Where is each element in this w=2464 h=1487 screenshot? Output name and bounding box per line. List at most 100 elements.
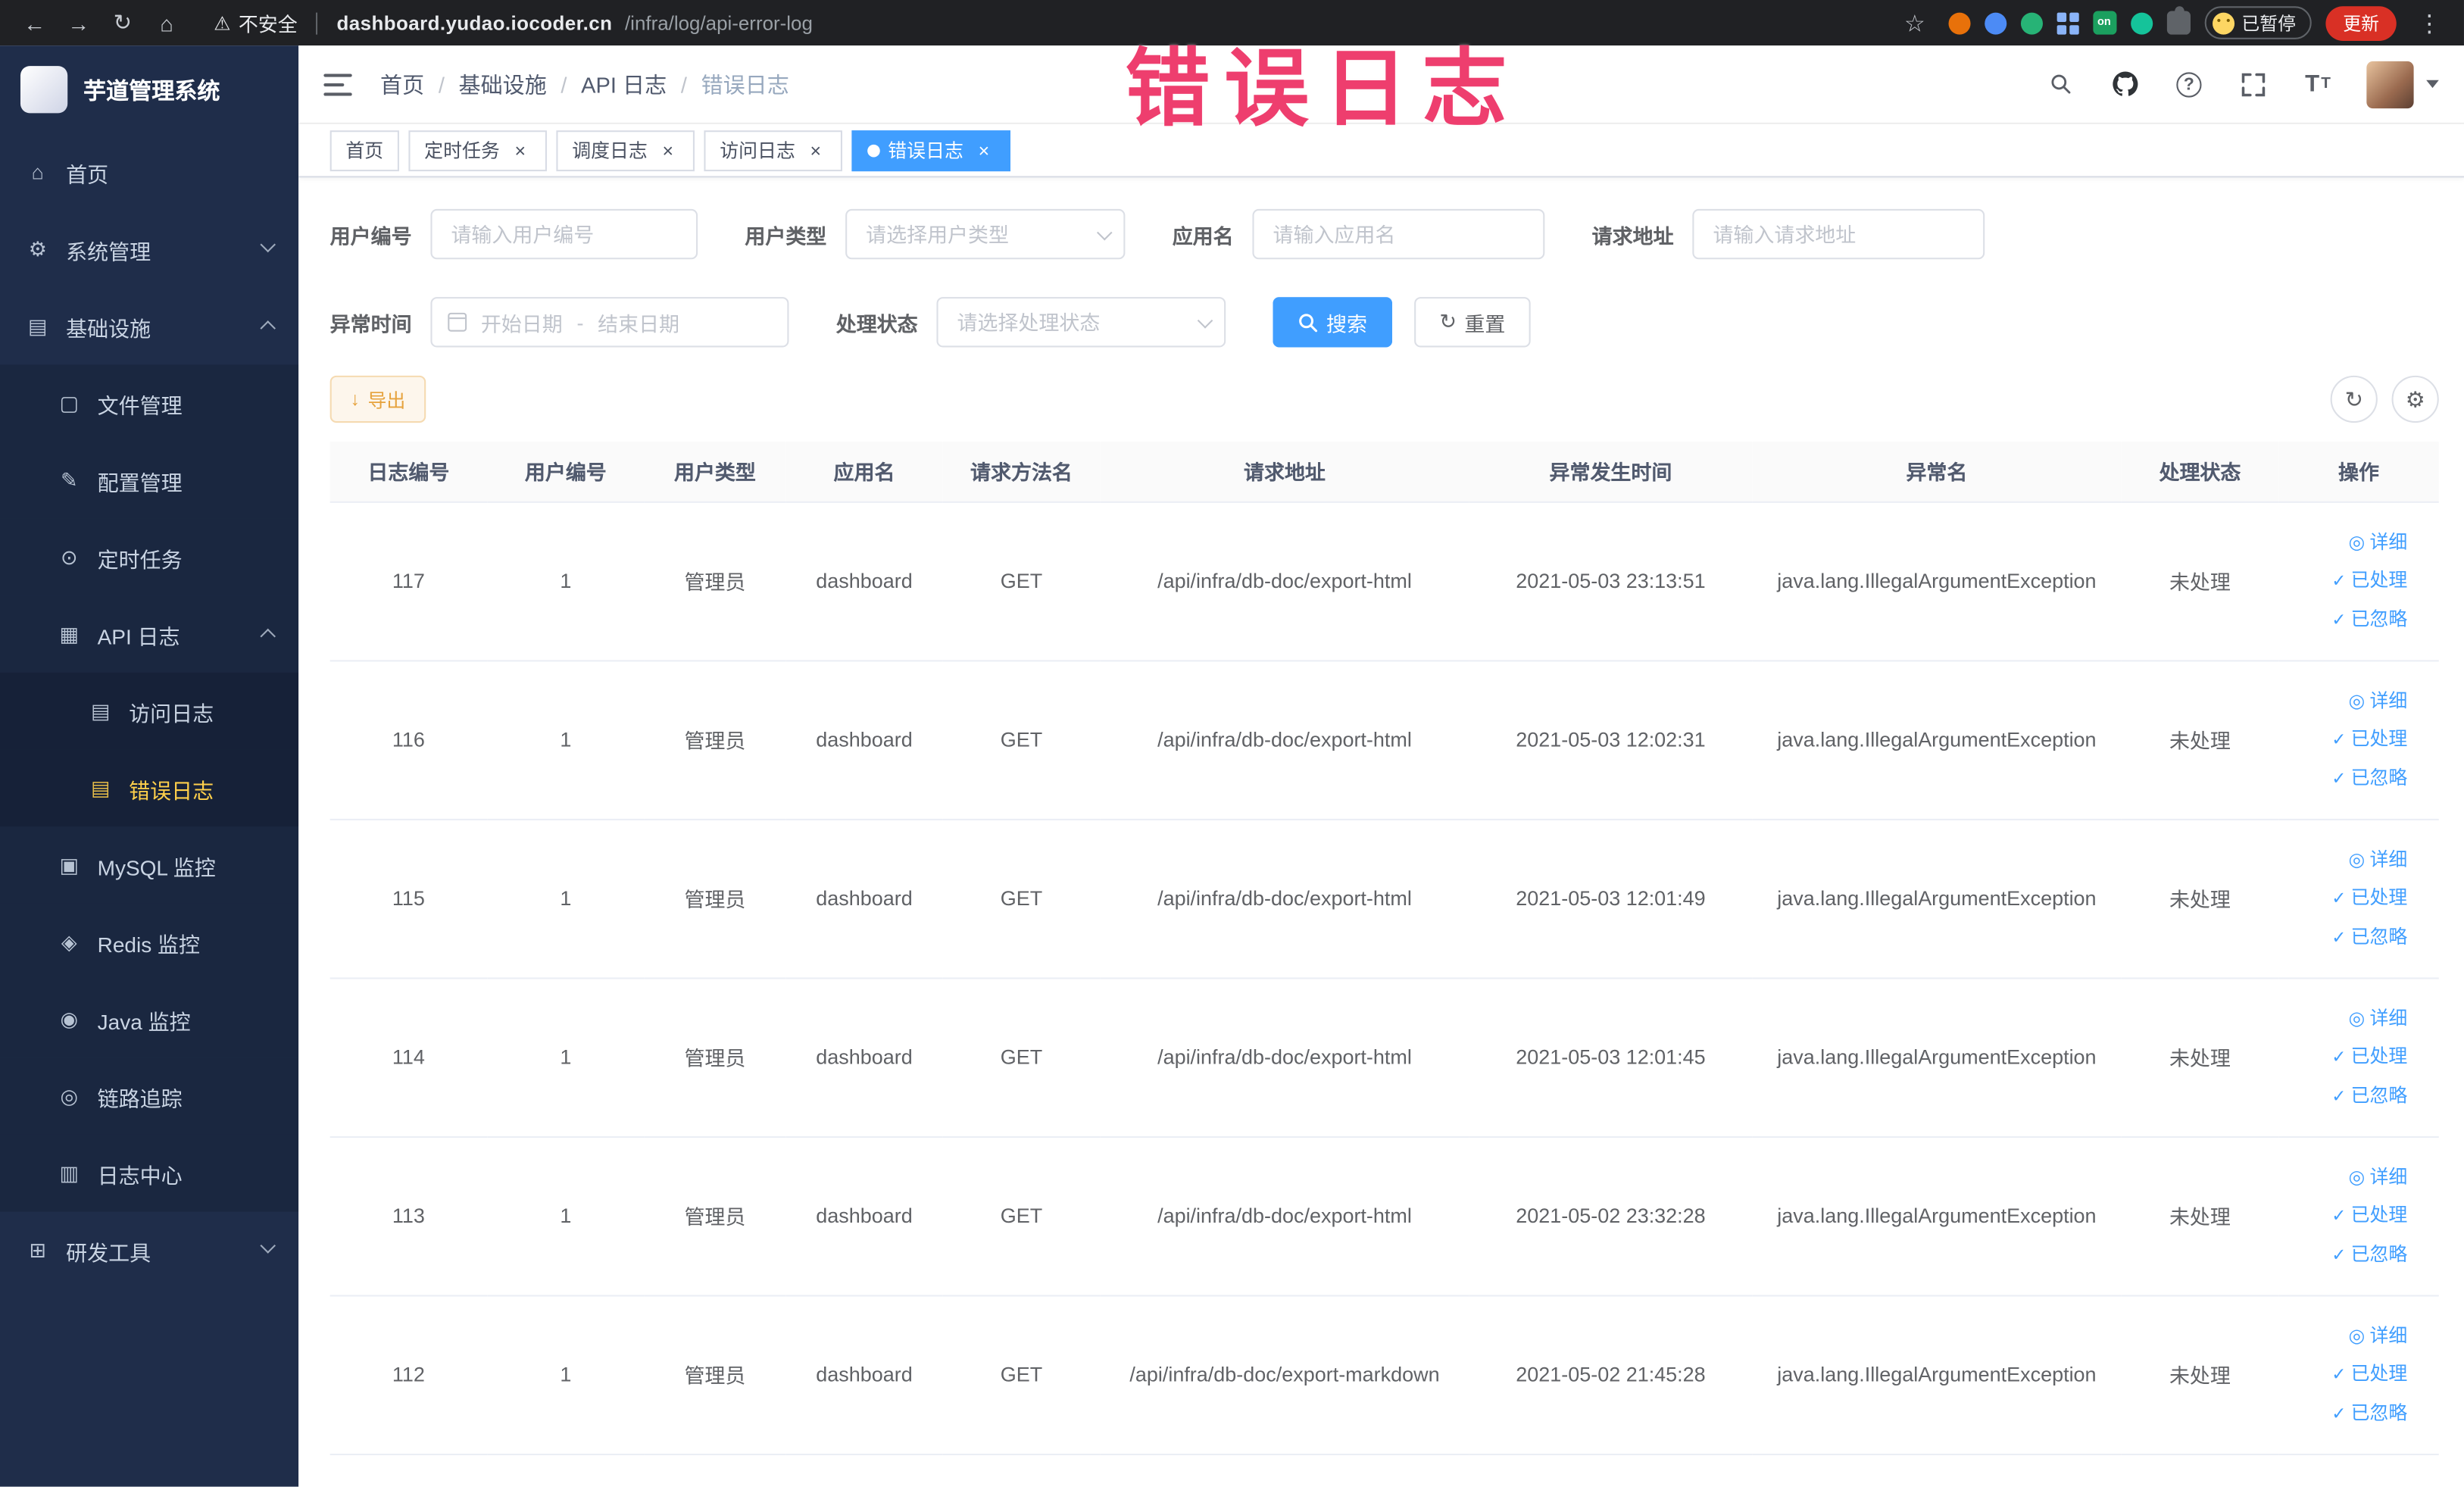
warning-icon bbox=[214, 12, 230, 34]
menu-fold-icon[interactable] bbox=[323, 73, 352, 95]
check-icon bbox=[2331, 601, 2346, 638]
sidebar-item-error-log[interactable]: 错误日志 bbox=[0, 749, 299, 827]
browser-menu-icon[interactable] bbox=[2410, 4, 2448, 42]
sidebar-item-system[interactable]: 系统管理 bbox=[0, 211, 298, 288]
sidebar-item-api-log[interactable]: API 日志 bbox=[0, 595, 299, 673]
col-user-id: 用户编号 bbox=[487, 441, 645, 502]
home-icon[interactable] bbox=[148, 4, 186, 42]
user-type-label: 用户类型 bbox=[745, 223, 827, 248]
font-size-icon[interactable] bbox=[2302, 68, 2333, 99]
extension-icon[interactable] bbox=[1984, 11, 2006, 34]
paused-badge[interactable]: 已暂停 bbox=[2203, 6, 2312, 39]
security-label[interactable]: 不安全 bbox=[239, 8, 298, 37]
tab-schedule-log[interactable]: 调度日志 bbox=[556, 130, 695, 171]
tab-home[interactable]: 首页 bbox=[329, 130, 399, 171]
user-id-input[interactable] bbox=[430, 208, 698, 260]
update-button[interactable]: 更新 bbox=[2325, 5, 2397, 40]
sidebar-item-dev-tools[interactable]: 研发工具 bbox=[0, 1212, 298, 1289]
bookmark-star-icon[interactable] bbox=[1896, 4, 1934, 42]
mark-ignored-link[interactable]: 已忽略 bbox=[2331, 601, 2408, 638]
check-icon bbox=[2331, 1197, 2346, 1233]
col-status: 处理状态 bbox=[2121, 441, 2279, 502]
col-log-id: 日志编号 bbox=[329, 441, 488, 502]
chevron-down-icon bbox=[260, 1238, 276, 1254]
user-type-select[interactable] bbox=[845, 208, 1126, 260]
app-logo: 芋道管理系统 bbox=[0, 45, 298, 133]
back-icon[interactable] bbox=[16, 4, 54, 42]
github-icon[interactable] bbox=[2109, 68, 2140, 99]
mark-ignored-link[interactable]: 已忽略 bbox=[2331, 760, 2408, 796]
error-log-table: 日志编号 用户编号 用户类型 应用名 请求方法名 请求地址 异常发生时间 异常名… bbox=[329, 441, 2439, 1455]
sidebar-item-mysql-monitor[interactable]: MySQL 监控 bbox=[0, 826, 299, 904]
sidebar-item-file-manage[interactable]: 文件管理 bbox=[0, 364, 299, 442]
breadcrumb-api-log[interactable]: API 日志 bbox=[581, 68, 667, 99]
exception-time-range-picker[interactable]: 开始日期 - 结束日期 bbox=[430, 297, 789, 348]
detail-link[interactable]: 详细 bbox=[2348, 1000, 2407, 1035]
mark-processed-link[interactable]: 已处理 bbox=[2331, 1355, 2408, 1392]
fullscreen-icon[interactable] bbox=[2238, 68, 2269, 99]
close-icon[interactable] bbox=[804, 139, 826, 161]
app-name-input[interactable] bbox=[1252, 208, 1545, 260]
extension-icon[interactable] bbox=[2130, 11, 2153, 34]
mark-processed-link[interactable]: 已处理 bbox=[2331, 1197, 2408, 1233]
col-user-type: 用户类型 bbox=[644, 441, 786, 502]
detail-link[interactable]: 详细 bbox=[2348, 1318, 2407, 1353]
mark-processed-link[interactable]: 已处理 bbox=[2331, 562, 2408, 598]
address-bar[interactable]: 不安全 dashboard.yudao.iocoder.cn/infra/log… bbox=[214, 8, 813, 37]
sidebar-item-infra[interactable]: 基础设施 bbox=[0, 288, 298, 365]
sidebar-item-log-center[interactable]: 日志中心 bbox=[0, 1134, 299, 1212]
table-header-row: 日志编号 用户编号 用户类型 应用名 请求方法名 请求地址 异常发生时间 异常名… bbox=[329, 441, 2439, 502]
mark-processed-link[interactable]: 已处理 bbox=[2331, 720, 2408, 757]
sidebar-item-redis-monitor[interactable]: Redis 监控 bbox=[0, 903, 299, 981]
extension-icon[interactable] bbox=[2019, 11, 2042, 34]
extension-icon[interactable] bbox=[1947, 11, 1970, 34]
url-path[interactable]: /infra/log/api-error-log bbox=[625, 12, 813, 34]
col-exception-name: 异常名 bbox=[1752, 441, 2122, 502]
breadcrumb-infra[interactable]: 基础设施 bbox=[459, 68, 547, 99]
close-icon[interactable] bbox=[509, 139, 531, 161]
search-icon[interactable] bbox=[2044, 68, 2075, 99]
url-host[interactable]: dashboard.yudao.iocoder.cn bbox=[337, 12, 613, 34]
tab-access-log[interactable]: 访问日志 bbox=[704, 130, 843, 171]
user-avatar-menu[interactable] bbox=[2366, 60, 2439, 108]
sidebar-item-cron-jobs[interactable]: 定时任务 bbox=[0, 518, 299, 596]
refresh-table-button[interactable] bbox=[2330, 375, 2378, 423]
sidebar-item-home[interactable]: 首页 bbox=[0, 133, 298, 211]
extension-on-badge[interactable]: on bbox=[2092, 11, 2116, 35]
mark-ignored-link[interactable]: 已忽略 bbox=[2331, 919, 2408, 955]
mark-processed-link[interactable]: 已处理 bbox=[2331, 879, 2408, 916]
forward-icon[interactable] bbox=[60, 4, 98, 42]
sidebar-item-java-monitor[interactable]: Java 监控 bbox=[0, 980, 299, 1058]
app-name-label: 应用名 bbox=[1172, 223, 1234, 248]
process-status-select[interactable] bbox=[936, 297, 1226, 348]
sidebar-item-config-manage[interactable]: 配置管理 bbox=[0, 441, 299, 519]
mark-ignored-link[interactable]: 已忽略 bbox=[2331, 1395, 2408, 1431]
close-icon[interactable] bbox=[973, 139, 995, 161]
check-icon bbox=[2331, 1395, 2346, 1431]
help-icon[interactable]: ? bbox=[2173, 68, 2204, 99]
detail-link[interactable]: 详细 bbox=[2348, 524, 2407, 559]
check-icon bbox=[2331, 1236, 2346, 1273]
request-url-input[interactable] bbox=[1692, 208, 1985, 260]
extension-grid-icon[interactable] bbox=[2056, 11, 2078, 34]
breadcrumb-home[interactable]: 首页 bbox=[380, 68, 424, 99]
reset-button[interactable]: 重置 bbox=[1414, 297, 1531, 348]
close-icon[interactable] bbox=[657, 139, 679, 161]
reload-icon[interactable] bbox=[104, 4, 142, 42]
tab-cron-jobs[interactable]: 定时任务 bbox=[408, 130, 548, 171]
extensions-puzzle-icon[interactable] bbox=[2166, 6, 2190, 35]
tab-error-log[interactable]: 错误日志 bbox=[851, 130, 1011, 171]
detail-link[interactable]: 详细 bbox=[2348, 683, 2407, 717]
sidebar-item-tracing[interactable]: 链路追踪 bbox=[0, 1057, 299, 1135]
column-settings-button[interactable] bbox=[2391, 375, 2439, 423]
topbar-tools: ? bbox=[2044, 60, 2439, 108]
tag-tabs-bar: 首页 定时任务 调度日志 访问日志 错误日志 bbox=[298, 124, 2464, 178]
export-button[interactable]: 导出 bbox=[329, 375, 426, 423]
search-button[interactable]: 搜索 bbox=[1273, 297, 1393, 348]
mark-ignored-link[interactable]: 已忽略 bbox=[2331, 1236, 2408, 1273]
sidebar-item-access-log[interactable]: 访问日志 bbox=[0, 672, 299, 750]
detail-link[interactable]: 详细 bbox=[2348, 842, 2407, 876]
mark-ignored-link[interactable]: 已忽略 bbox=[2331, 1077, 2408, 1114]
detail-link[interactable]: 详细 bbox=[2348, 1159, 2407, 1194]
mark-processed-link[interactable]: 已处理 bbox=[2331, 1038, 2408, 1074]
